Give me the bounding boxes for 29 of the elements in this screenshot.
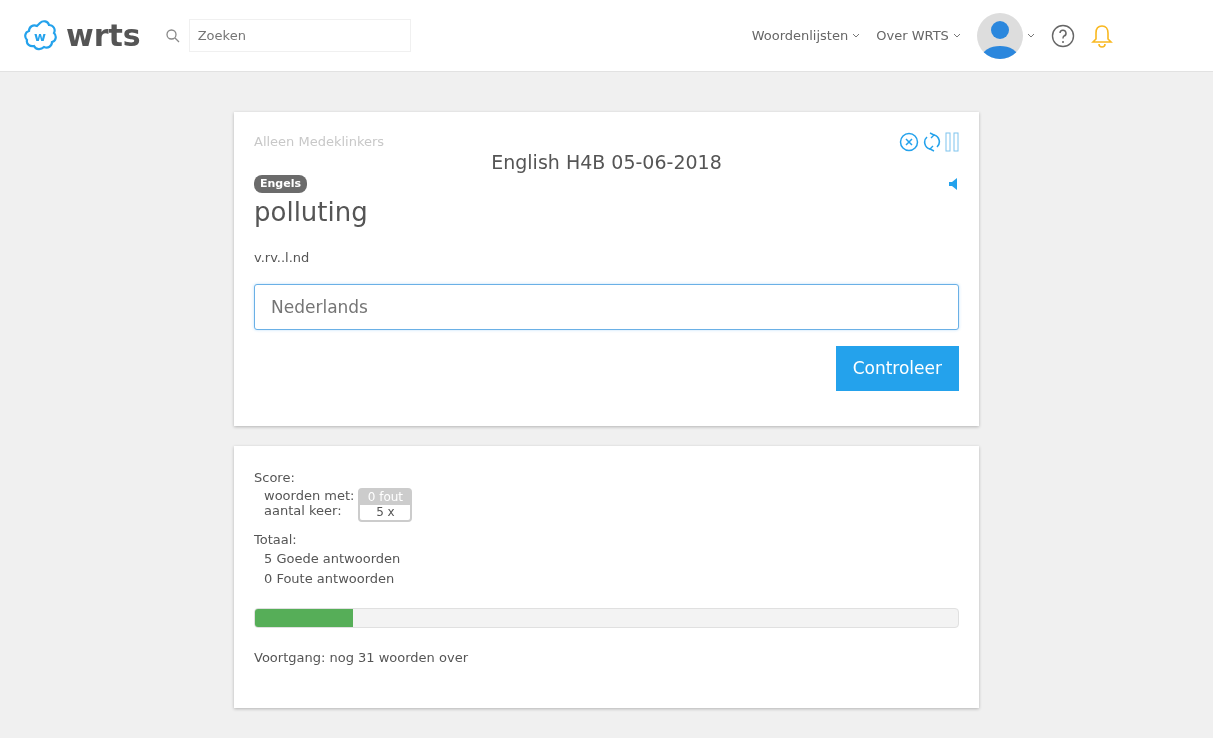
close-icon[interactable] xyxy=(899,132,919,152)
search-field[interactable]: Zoeken xyxy=(188,19,411,52)
score-heading: Score: xyxy=(254,469,296,487)
score-label: aantal keer: xyxy=(264,502,343,518)
caret-icon xyxy=(852,33,861,40)
total-line: 5 Goede antwoorden xyxy=(264,550,402,568)
logo-icon: w xyxy=(22,19,58,52)
speaker-icon[interactable] xyxy=(949,177,959,190)
list-title: English H4B 05-06-2018 xyxy=(490,150,723,175)
bell-icon[interactable] xyxy=(1091,23,1113,48)
question-word: polluting xyxy=(254,196,369,229)
refresh-icon[interactable] xyxy=(923,132,941,152)
avatar-icon[interactable] xyxy=(977,12,1023,59)
menu-link[interactable]: Woordenlijsten xyxy=(751,25,861,46)
search-icon[interactable] xyxy=(164,27,181,44)
progress-text: Voortgang: nog 31 woorden over xyxy=(254,649,469,667)
total-heading: Totaal: xyxy=(254,530,298,549)
answer-field[interactable]: Nederlands xyxy=(254,283,959,330)
pause-icon[interactable] xyxy=(945,132,959,152)
help-icon[interactable] xyxy=(1051,23,1075,48)
menu-link[interactable]: Over WRTS xyxy=(876,25,961,46)
language-badge: Engels xyxy=(254,174,307,193)
total-line: 0 Foute antwoorden xyxy=(264,569,396,588)
hint-text: v.rv..l.nd xyxy=(254,249,311,267)
caret-icon xyxy=(953,33,961,40)
caret-icon xyxy=(1027,32,1035,39)
score-label: woorden met: xyxy=(264,487,355,503)
logo-text[interactable]: wrts xyxy=(66,20,141,51)
score-value: 5 x xyxy=(375,504,396,520)
